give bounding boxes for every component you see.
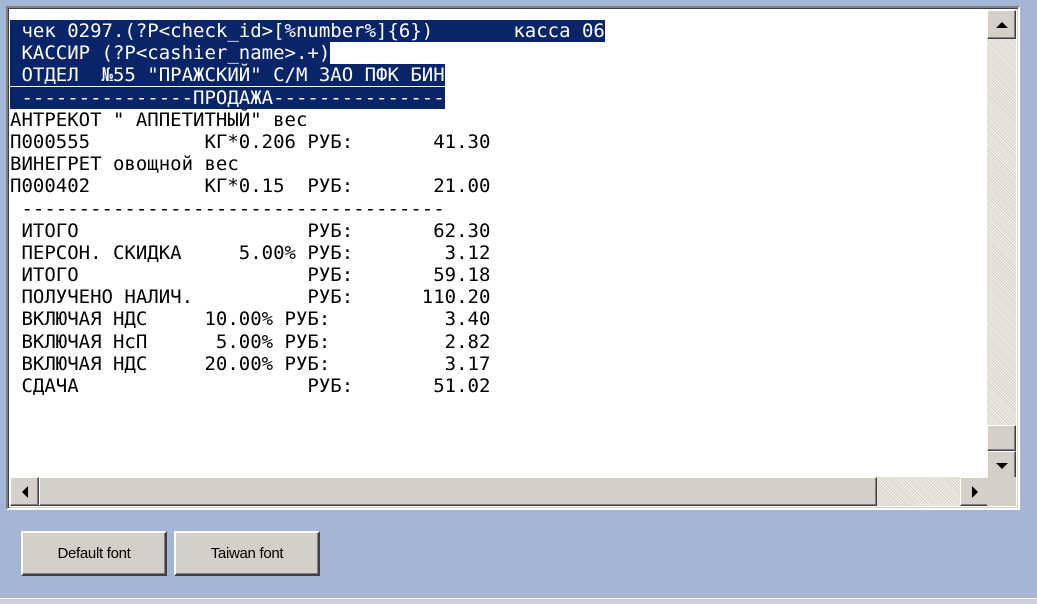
receipt-textarea[interactable]: чек 0297.(?P<check_id>[%number%]{6}) кас… — [6, 6, 1020, 510]
line-text: ВКЛЮЧАЯ НДС 20.00% РУБ: 3.17 — [10, 352, 491, 375]
selected-text: ОТДЕЛ №55 "ПРАЖСКИЙ" С/М ЗАО ПФК БИН — [10, 64, 445, 87]
receipt-line: ПОЛУЧЕНО НАЛИЧ. РУБ: 110.20 — [10, 286, 980, 308]
receipt-line: КАССИР (?P<cashier_name>.+) — [10, 42, 980, 65]
line-text: ПЕРСОН. СКИДКА 5.00% РУБ: 3.12 — [10, 241, 491, 264]
receipt-line: П000555 КГ*0.206 РУБ: 41.30 — [10, 131, 980, 153]
scrollbar-corner — [987, 477, 1016, 506]
line-text: ИТОГО РУБ: 62.30 — [10, 219, 491, 242]
default-font-button[interactable]: Default font — [21, 531, 167, 576]
line-text: ------------------------------------- — [10, 197, 445, 220]
arrow-down-icon — [995, 462, 1008, 469]
line-text: ВИНЕГРЕТ овощной вес — [10, 153, 239, 176]
app-window: чек 0297.(?P<check_id>[%number%]{6}) кас… — [0, 0, 1037, 604]
receipt-line: ПЕРСОН. СКИДКА 5.00% РУБ: 3.12 — [10, 242, 980, 264]
receipt-line: ОТДЕЛ №55 "ПРАЖСКИЙ" С/М ЗАО ПФК БИН — [10, 64, 980, 87]
receipt-line: ВИНЕГРЕТ овощной вес — [10, 153, 980, 175]
receipt-line: ВКЛЮЧАЯ НДС 20.00% РУБ: 3.17 — [10, 353, 980, 375]
line-text: СДАЧА РУБ: 51.02 — [10, 375, 491, 397]
receipt-line: ------------------------------------- — [10, 198, 980, 220]
scroll-thumb[interactable] — [987, 425, 1016, 451]
receipt-line: СДАЧА РУБ: 51.02 — [10, 375, 980, 397]
scroll-up-button[interactable] — [987, 10, 1016, 39]
scroll-left-button[interactable] — [10, 477, 39, 506]
receipt-text[interactable]: чек 0297.(?P<check_id>[%number%]{6}) кас… — [10, 20, 980, 478]
receipt-line: ВКЛЮЧАЯ НсП 5.00% РУБ: 2.82 — [10, 331, 980, 353]
arrow-left-icon — [21, 485, 28, 498]
receipt-line: ВКЛЮЧАЯ НДС 10.00% РУБ: 3.40 — [10, 308, 980, 330]
arrow-right-icon — [971, 485, 978, 498]
receipt-line: ИТОГО РУБ: 62.30 — [10, 220, 980, 242]
receipt-line: АНТРЕКОТ " АППЕТИТНЫЙ" вес — [10, 109, 980, 131]
receipt-line: П000402 КГ*0.15 РУБ: 21.00 — [10, 175, 980, 197]
line-text: АНТРЕКОТ " АППЕТИТНЫЙ" вес — [10, 108, 308, 131]
line-text: ВКЛЮЧАЯ НсП 5.00% РУБ: 2.82 — [10, 330, 491, 353]
line-text: ИТОГО РУБ: 59.18 — [10, 264, 491, 287]
receipt-line: ---------------ПРОДАЖА--------------- — [10, 86, 980, 109]
arrow-up-icon — [995, 21, 1008, 28]
line-text: ПОЛУЧЕНО НАЛИЧ. РУБ: 110.20 — [10, 286, 491, 309]
horizontal-scrollbar[interactable] — [10, 477, 989, 506]
selected-text: чек 0297.(?P<check_id>[%number%]{6}) кас… — [10, 20, 605, 42]
line-text: ВКЛЮЧАЯ НДС 10.00% РУБ: 3.40 — [10, 308, 491, 331]
vertical-scrollbar[interactable] — [987, 10, 1016, 480]
window-bottom-edge — [0, 598, 1037, 604]
line-text: П000555 КГ*0.206 РУБ: 41.30 — [10, 130, 491, 153]
selected-text: ---------------ПРОДАЖА--------------- — [10, 86, 445, 109]
taiwan-font-button[interactable]: Taiwan font — [174, 531, 320, 576]
horizontal-scroll-thumb[interactable] — [39, 477, 877, 506]
receipt-line: ИТОГО РУБ: 59.18 — [10, 264, 980, 286]
scroll-down-button[interactable] — [987, 451, 1016, 480]
line-text: П000402 КГ*0.15 РУБ: 21.00 — [10, 175, 491, 198]
scroll-right-button[interactable] — [960, 477, 989, 506]
receipt-line: чек 0297.(?P<check_id>[%number%]{6}) кас… — [10, 20, 980, 42]
selected-text: КАССИР (?P<cashier_name>.+) — [10, 42, 331, 65]
